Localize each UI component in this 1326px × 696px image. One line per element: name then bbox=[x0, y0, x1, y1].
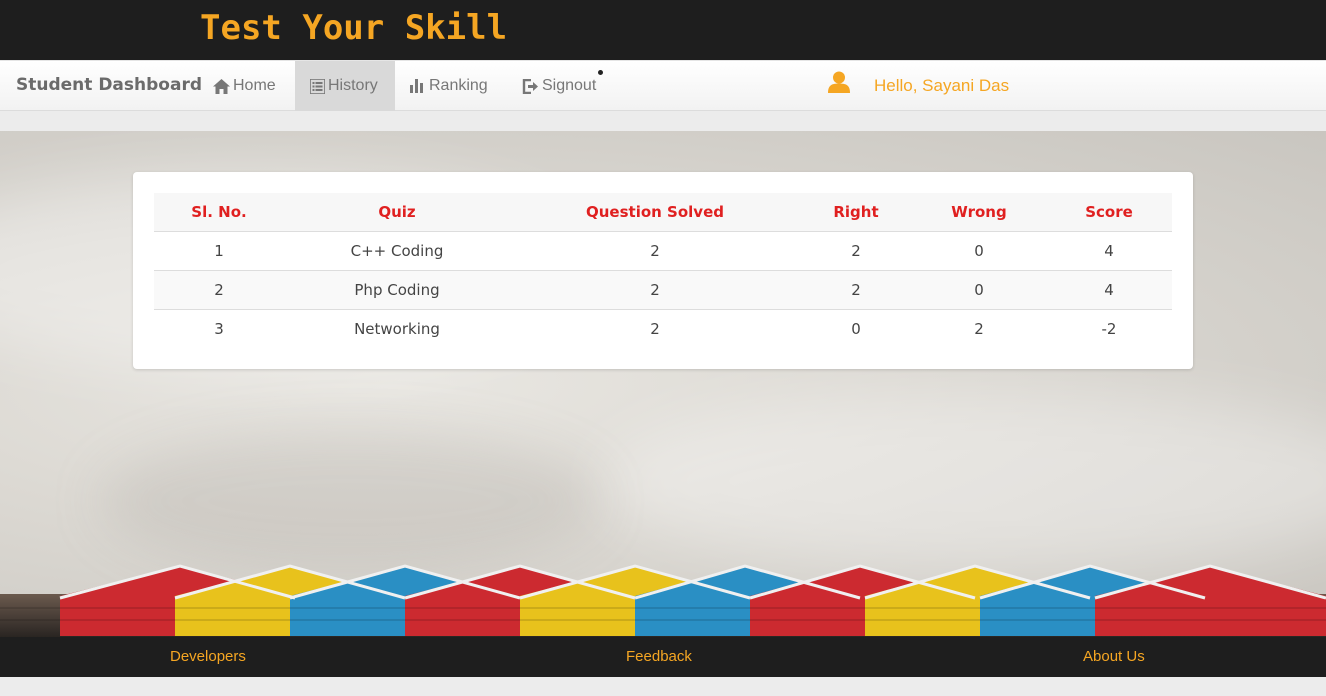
cell-question-solved: 2 bbox=[510, 231, 800, 271]
nav-signout[interactable]: Signout bbox=[507, 61, 617, 111]
cursor-dot bbox=[598, 70, 603, 75]
navbar: Student Dashboard Home History Ranking S… bbox=[0, 60, 1326, 111]
nav-history-label: History bbox=[328, 77, 378, 94]
cell-quiz: C++ Coding bbox=[284, 231, 510, 271]
cell-sl-no: 1 bbox=[154, 231, 284, 271]
table-row: 1 C++ Coding 2 2 0 4 bbox=[154, 231, 1172, 271]
cell-question-solved: 2 bbox=[650, 319, 660, 338]
cell-score: -2 bbox=[1101, 319, 1117, 338]
nav-signout-label: Signout bbox=[542, 77, 597, 94]
col-quiz: Quiz bbox=[284, 193, 510, 232]
signout-icon bbox=[522, 78, 538, 94]
nav-history[interactable]: History bbox=[295, 61, 395, 111]
footer-link-developers[interactable]: Developers bbox=[170, 648, 246, 665]
cell-quiz: Networking bbox=[354, 319, 440, 338]
history-card: Sl. No. Quiz Question Solved Right Wrong… bbox=[133, 172, 1193, 369]
site-header: Test Your Skill bbox=[0, 0, 1326, 60]
col-score: Score bbox=[1046, 193, 1172, 232]
list-icon bbox=[310, 78, 325, 94]
table-row: 2 Php Coding 2 2 0 4 bbox=[154, 270, 1172, 310]
site-footer: Developers Feedback About Us bbox=[0, 637, 1326, 677]
nav-home[interactable]: Home bbox=[198, 61, 295, 111]
cell-wrong: 2 bbox=[974, 319, 984, 338]
cell-score: 4 bbox=[1046, 270, 1172, 310]
cell-sl-no: 2 bbox=[154, 270, 284, 310]
site-logo[interactable]: Test Your Skill bbox=[200, 8, 507, 48]
nav-ranking-label: Ranking bbox=[429, 77, 488, 94]
bar-chart-icon bbox=[410, 79, 423, 93]
cell-wrong: 0 bbox=[912, 270, 1046, 310]
cell-question-solved: 2 bbox=[510, 270, 800, 310]
cell-wrong: 0 bbox=[912, 231, 1046, 271]
navbar-brand[interactable]: Student Dashboard bbox=[16, 75, 202, 95]
huts-illustration bbox=[0, 564, 1326, 637]
cell-score: 4 bbox=[1046, 231, 1172, 271]
cell-right: 2 bbox=[800, 270, 912, 310]
nav-ranking[interactable]: Ranking bbox=[395, 61, 507, 111]
history-table: Sl. No. Quiz Question Solved Right Wrong… bbox=[154, 193, 1172, 348]
footer-link-feedback[interactable]: Feedback bbox=[626, 648, 692, 665]
cell-quiz: Php Coding bbox=[284, 270, 510, 310]
table-header-row: Sl. No. Quiz Question Solved Right Wrong… bbox=[154, 193, 1172, 232]
footer-link-about-us[interactable]: About Us bbox=[1083, 648, 1145, 665]
home-icon bbox=[213, 78, 230, 94]
nav-home-label: Home bbox=[233, 77, 276, 94]
user-icon bbox=[828, 71, 850, 93]
user-greeting[interactable]: Hello, Sayani Das bbox=[874, 76, 1009, 96]
col-right: Right bbox=[800, 193, 912, 232]
col-wrong: Wrong bbox=[912, 193, 1046, 232]
table-row: 3 Networking 2 0 2 -2 bbox=[154, 309, 1172, 348]
cell-right: 0 bbox=[851, 319, 861, 338]
col-question-solved: Question Solved bbox=[510, 193, 800, 232]
cell-sl-no: 3 bbox=[214, 319, 224, 338]
cell-right: 2 bbox=[800, 231, 912, 271]
col-sl-no: Sl. No. bbox=[154, 193, 284, 232]
